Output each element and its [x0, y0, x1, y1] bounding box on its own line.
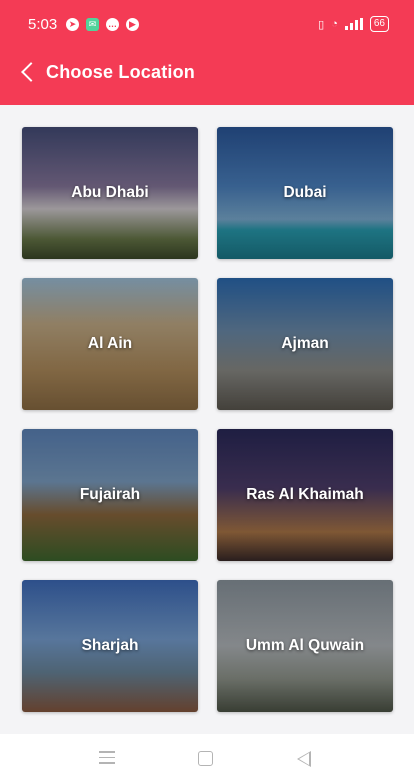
page-title: Choose Location [46, 62, 196, 82]
location-card-fujairah[interactable]: Fujairah [22, 429, 198, 561]
location-card-ajman[interactable]: Ajman [217, 278, 393, 410]
status-time: 5:03 [28, 16, 58, 33]
location-label: Ras Al Khaimah [246, 486, 364, 503]
status-right: ▯ ◔ 66 [318, 16, 389, 32]
location-card-al-ain[interactable]: Al Ain [22, 278, 198, 410]
app-bar: Choose Location [0, 50, 414, 95]
status-bar: 5:03 ➤ ✉ … ▶ ▯ ◔ 66 [0, 0, 414, 50]
location-label: Abu Dhabi [71, 184, 149, 201]
location-label: Al Ain [87, 335, 133, 352]
system-nav-bar [0, 734, 414, 784]
battery-indicator: 66 [369, 16, 389, 32]
play-icon: ▶ [126, 18, 139, 31]
app-header: 5:03 ➤ ✉ … ▶ ▯ ◔ 66 Choose Location [0, 0, 414, 105]
location-card-sharjah[interactable]: Sharjah [22, 580, 198, 712]
message-icon: … [106, 18, 119, 31]
vibrate-icon: ▯ [318, 18, 325, 31]
location-label: Dubai [283, 184, 327, 201]
triangle-left-icon[interactable] [297, 751, 311, 767]
location-label: Fujairah [79, 486, 141, 503]
location-label: Ajman [281, 335, 329, 352]
location-card-dubai[interactable]: Dubai [217, 127, 393, 259]
location-card-abu-dhabi[interactable]: Abu Dhabi [22, 127, 198, 259]
wifi-icon: ◔ [331, 18, 338, 30]
location-label: Umm Al Quwain [245, 637, 365, 654]
signal-icon [344, 18, 363, 30]
location-label: Sharjah [81, 637, 139, 654]
location-card-umm-al-quwain[interactable]: Umm Al Quwain [217, 580, 393, 712]
notification-icons: ➤ ✉ … ▶ [66, 18, 139, 31]
square-icon[interactable] [198, 751, 213, 766]
location-card-ras-al-khaimah[interactable]: Ras Al Khaimah [217, 429, 393, 561]
chat-icon: ✉ [86, 18, 99, 31]
telegram-icon: ➤ [66, 18, 79, 31]
back-button[interactable] [18, 58, 40, 86]
menu-icon[interactable] [99, 751, 117, 767]
